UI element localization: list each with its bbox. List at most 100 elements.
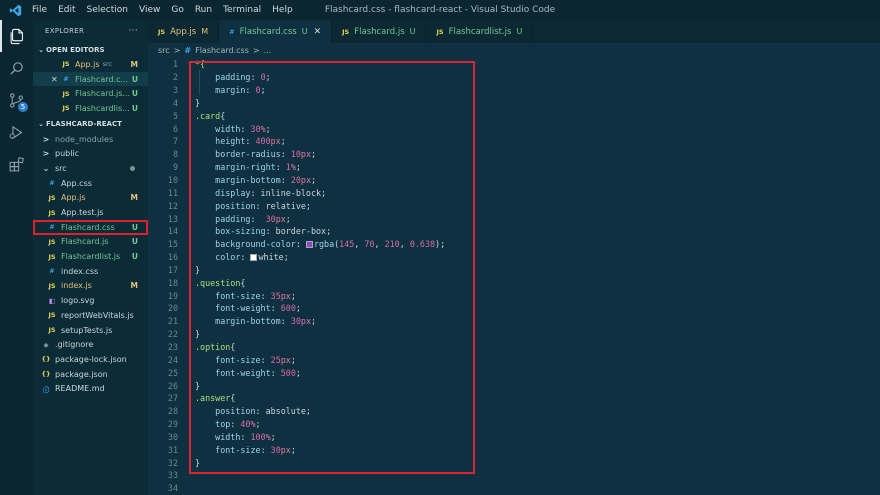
tab-flashcardlist-js[interactable]: JS Flashcardlist.js U: [426, 20, 534, 43]
run-debug-icon[interactable]: [0, 116, 33, 148]
folder-item[interactable]: > node_modules: [33, 132, 148, 147]
code-token: 30: [265, 213, 276, 224]
open-editor-item[interactable]: JS Flashcardlis... U: [33, 101, 148, 116]
minimap[interactable]: [870, 58, 880, 495]
file-name: setupTests.js: [61, 325, 113, 335]
file-item[interactable]: # App.css: [33, 176, 148, 191]
color-swatch-icon[interactable]: [305, 241, 313, 249]
project-section[interactable]: ⌄ FLASHCARD-REACT: [33, 117, 148, 132]
code-token: 30: [290, 316, 301, 327]
extensions-icon[interactable]: [0, 148, 33, 180]
code-token: border-radius: [195, 149, 281, 160]
menu-help[interactable]: Help: [272, 5, 293, 15]
explorer-sidebar: EXPLORER ··· ⌄ OPEN EDITORS JS App.js src M…: [33, 20, 148, 495]
file-item[interactable]: ◆ .gitignore: [33, 337, 148, 352]
file-item[interactable]: JS index.js M: [33, 279, 148, 294]
code-text: font-size: 25px;: [178, 355, 296, 365]
file-name: index.js: [61, 281, 92, 291]
file-item[interactable]: JS Flashcard.js U: [33, 235, 148, 250]
code-text: font-size: 35px;: [178, 291, 296, 301]
activity-bar: 5: [0, 20, 33, 495]
file-name: README.md: [55, 384, 105, 394]
code-token: ;: [311, 149, 317, 160]
folder-item[interactable]: > public: [33, 146, 148, 161]
search-icon[interactable]: [0, 52, 33, 84]
line-number: 25: [167, 367, 178, 378]
file-name: App.js: [61, 193, 86, 203]
git-status-badge: U: [516, 27, 523, 36]
vscode-logo-icon[interactable]: [8, 3, 22, 17]
code-text: top: 40%;: [178, 419, 260, 430]
file-item[interactable]: JS Flashcardlist.js U: [33, 249, 148, 264]
code-line: 13 padding: 30px;: [148, 212, 880, 225]
close-icon[interactable]: ✕: [314, 27, 322, 37]
color-swatch-icon[interactable]: [250, 254, 258, 262]
file-item[interactable]: # index.css: [33, 264, 148, 279]
file-item[interactable]: JS App.js M: [33, 191, 148, 206]
code-token: ;: [295, 367, 301, 378]
line-number: 33: [167, 470, 178, 481]
code-token: 500: [280, 367, 296, 378]
modified-dot-icon: [130, 165, 135, 171]
git-status-badge: U: [131, 222, 138, 232]
line-number: 7: [172, 136, 178, 147]
code-token: 35: [270, 290, 281, 301]
tab-flashcard-js[interactable]: JS Flashcard.js U: [332, 20, 427, 43]
code-token: ;: [295, 162, 301, 173]
folder-item[interactable]: ⌄ src: [33, 161, 148, 176]
line-number: 14: [167, 226, 178, 237]
breadcrumb-item[interactable]: ...: [264, 46, 272, 55]
source-control-icon[interactable]: 5: [0, 84, 33, 116]
code-line: 9 margin-right: 1%;: [148, 161, 880, 174]
menu-edit[interactable]: Edit: [58, 5, 75, 15]
explorer-icon[interactable]: [0, 20, 33, 52]
open-editor-item[interactable]: JS Flashcard.js... U: [33, 86, 148, 101]
code-text: font-weight: 500;: [178, 368, 301, 378]
file-item[interactable]: JS setupTests.js: [33, 323, 148, 338]
code-editor[interactable]: 1 *{2 padding: 0; 3 margin: 0; 4} 5 .card{6 w…: [148, 58, 880, 495]
js-file-icon: JS: [48, 208, 56, 217]
more-actions-icon[interactable]: ···: [129, 26, 138, 36]
code-token: ;: [311, 316, 317, 327]
code-line: 16 color: white;: [148, 251, 880, 264]
file-item[interactable]: JS App.test.js: [33, 205, 148, 220]
code-token: }: [195, 457, 201, 468]
file-item[interactable]: JS reportWebVitals.js: [33, 308, 148, 323]
breadcrumb-item[interactable]: src: [158, 46, 170, 55]
code-token: ,: [374, 239, 385, 250]
menu-file[interactable]: File: [32, 5, 47, 15]
code-text: }: [178, 329, 200, 339]
css-file-icon[interactable]: #: [184, 46, 191, 55]
git-status-badge: M: [130, 193, 138, 203]
file-item[interactable]: ⓘ README.md: [33, 381, 148, 396]
code-token: 20: [290, 175, 301, 186]
code-token: }: [195, 329, 201, 340]
file-item[interactable]: # Flashcard.css U: [33, 219, 148, 235]
open-editor-item[interactable]: ✕ # Flashcard.c... U: [33, 71, 148, 87]
code-token: .card: [195, 110, 221, 121]
breadcrumb-item[interactable]: Flashcard.css: [195, 46, 249, 55]
code-token: 40: [240, 419, 251, 430]
code-token: :: [275, 162, 286, 173]
tab-flashcard-css[interactable]: # Flashcard.css U ✕: [219, 20, 333, 43]
code-token: :: [250, 213, 266, 224]
tab-app-js[interactable]: JS App.js M: [148, 20, 220, 43]
menu-run[interactable]: Run: [195, 5, 212, 15]
menu-selection[interactable]: Selection: [87, 5, 128, 15]
menu-view[interactable]: View: [139, 5, 160, 15]
code-text: margin-bottom: 30px;: [178, 316, 316, 326]
line-number: 23: [167, 341, 178, 352]
code-text: box-sizing: border-box;: [178, 226, 331, 236]
file-item[interactable]: {} package-lock.json: [33, 352, 148, 367]
open-editors-section[interactable]: ⌄ OPEN EDITORS: [33, 42, 148, 57]
js-file-icon: JS: [48, 252, 56, 261]
menu-terminal[interactable]: Terminal: [223, 5, 261, 15]
close-icon[interactable]: ✕: [51, 75, 61, 84]
open-editor-item[interactable]: JS App.js src M: [33, 57, 148, 72]
file-item[interactable]: {} package.json: [33, 367, 148, 382]
scm-count-badge: 5: [18, 102, 28, 112]
menu-go[interactable]: Go: [171, 5, 183, 15]
file-name: reportWebVitals.js: [61, 310, 134, 320]
file-name: node_modules: [55, 134, 114, 144]
file-item[interactable]: ◧ logo.svg: [33, 293, 148, 308]
